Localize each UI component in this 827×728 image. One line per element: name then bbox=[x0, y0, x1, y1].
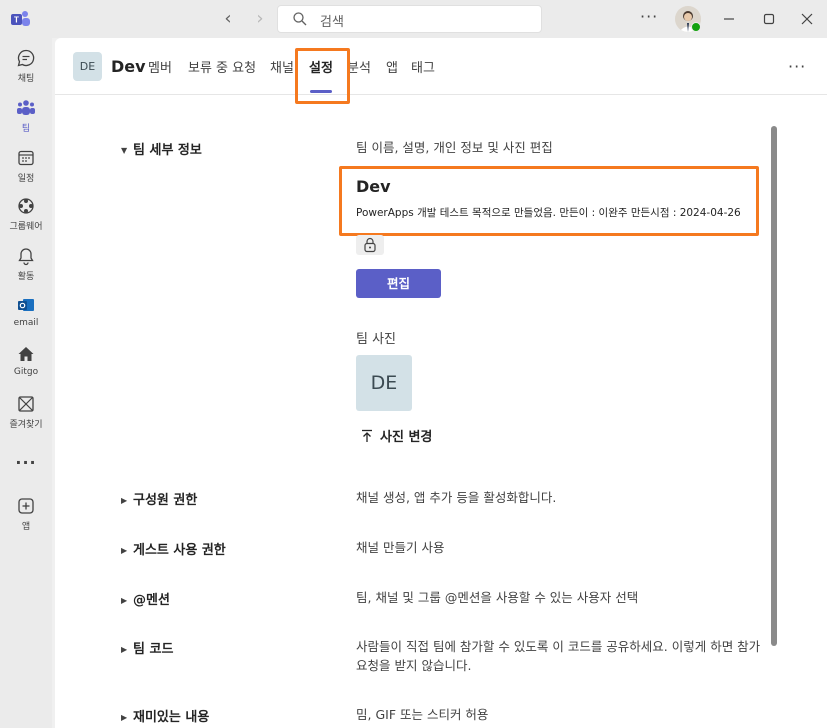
rail-item-more[interactable]: ··· bbox=[0, 450, 52, 474]
rail-item-chat[interactable]: 채팅 bbox=[0, 48, 52, 96]
more-icon: ··· bbox=[15, 453, 37, 472]
section-description: 밈, GIF 또는 스티커 허용 bbox=[356, 707, 489, 722]
team-name: Dev bbox=[111, 57, 146, 76]
rail-item-groupware[interactable]: 그룹웨어 bbox=[0, 196, 52, 244]
rail-item-apps[interactable]: 앱 bbox=[0, 496, 52, 544]
tab-pending-requests[interactable]: 보류 중 요청 bbox=[188, 57, 256, 76]
more-options-icon[interactable]: ··· bbox=[640, 7, 658, 26]
caret-down-icon: ▼ bbox=[121, 146, 128, 155]
rail-label: 채팅 bbox=[17, 74, 35, 84]
section-description: 채널 생성, 앱 추가 등을 활성화합니다. bbox=[356, 490, 557, 505]
back-arrow-icon[interactable]: ‹ bbox=[218, 9, 238, 29]
rail-item-favorites[interactable]: 즐겨찾기 bbox=[0, 394, 52, 442]
close-icon[interactable] bbox=[797, 9, 817, 29]
chat-icon bbox=[17, 49, 35, 67]
tab-analytics[interactable]: 분석 bbox=[347, 57, 371, 76]
calendar-icon bbox=[18, 150, 34, 166]
rail-item-calendar[interactable]: 일정 bbox=[0, 148, 52, 196]
section-member-permissions[interactable]: ▶ 구성원 권한 bbox=[121, 489, 197, 508]
caret-right-icon: ▶ bbox=[121, 596, 128, 605]
caret-right-icon: ▶ bbox=[121, 713, 128, 722]
minimize-icon[interactable] bbox=[719, 9, 739, 29]
tab-apps[interactable]: 앱 bbox=[386, 57, 398, 76]
upload-icon bbox=[362, 429, 372, 442]
rail-label: 활동 bbox=[17, 272, 35, 282]
caret-right-icon: ▶ bbox=[121, 496, 128, 505]
team-header: DE Dev 멤버 보류 중 요청 채널 설정 분석 앱 태그 ··· bbox=[55, 38, 827, 95]
section-description: 팀 이름, 설명, 개인 정보 및 사진 편집 bbox=[356, 140, 553, 155]
tab-channels[interactable]: 채널 bbox=[270, 57, 294, 76]
tab-tags[interactable]: 태그 bbox=[411, 57, 435, 76]
change-photo-button[interactable]: 사진 변경 bbox=[360, 426, 432, 445]
groupware-icon bbox=[18, 198, 34, 214]
rail-item-email[interactable]: email bbox=[0, 295, 52, 343]
section-title: 게스트 사용 권한 bbox=[133, 543, 226, 558]
caret-right-icon: ▶ bbox=[121, 546, 128, 555]
favorites-icon bbox=[18, 396, 34, 412]
tab-members[interactable]: 멤버 bbox=[148, 57, 172, 76]
section-description: 팀, 채널 및 그룹 @멘션을 사용할 수 있는 사용자 선택 bbox=[356, 590, 639, 605]
team-avatar[interactable]: DE bbox=[73, 52, 102, 81]
highlight-box-team-info bbox=[339, 166, 759, 236]
search-placeholder: 검색 bbox=[320, 15, 344, 30]
rail-item-activity[interactable]: 활동 bbox=[0, 246, 52, 294]
edit-button[interactable]: 편집 bbox=[356, 269, 441, 298]
rail-label: 즐겨찾기 bbox=[9, 420, 43, 430]
rail-item-teams[interactable]: 팀 bbox=[0, 98, 52, 146]
rail-label: 일정 bbox=[17, 174, 35, 184]
team-photo-label: 팀 사진 bbox=[356, 332, 397, 347]
section-title: @멘션 bbox=[133, 593, 170, 608]
section-title: 팀 코드 bbox=[133, 642, 174, 657]
highlight-box-settings-tab bbox=[295, 48, 350, 104]
search-input[interactable]: 검색 bbox=[277, 5, 542, 33]
privacy-badge bbox=[356, 235, 384, 255]
rail-label: 그룹웨어 bbox=[9, 222, 43, 232]
section-guest-permissions[interactable]: ▶ 게스트 사용 권한 bbox=[121, 539, 226, 558]
bell-icon bbox=[18, 248, 34, 266]
section-description: 채널 만들기 사용 bbox=[356, 540, 445, 555]
section-title: 재미있는 내용 bbox=[133, 710, 210, 725]
teams-icon bbox=[17, 100, 35, 115]
rail-label: Gitgo bbox=[13, 367, 39, 377]
section-description: 사람들이 직접 팀에 참가할 수 있도록 이 코드를 공유하세요. 이렇게 하면… bbox=[356, 639, 761, 673]
title-bar: T ‹ › 검색 ··· bbox=[0, 0, 827, 38]
rail-label: email bbox=[13, 318, 39, 328]
home-icon bbox=[18, 347, 34, 361]
maximize-icon[interactable] bbox=[759, 9, 779, 29]
forward-arrow-icon[interactable]: › bbox=[250, 9, 270, 29]
rail-label: 팀 bbox=[21, 124, 31, 134]
section-title: 팀 세부 정보 bbox=[133, 143, 202, 158]
caret-right-icon: ▶ bbox=[121, 645, 128, 654]
presence-available-icon bbox=[691, 22, 701, 32]
section-title: 구성원 권한 bbox=[133, 493, 198, 508]
app-rail: 채팅 팀 일정 그룹웨어 활동 email Gitgo 즐겨찾기 ··· 앱 bbox=[0, 38, 52, 728]
add-app-icon bbox=[18, 498, 34, 514]
rail-label: 앱 bbox=[21, 522, 31, 532]
section-fun-stuff[interactable]: ▶ 재미있는 내용 bbox=[121, 706, 209, 725]
lock-icon bbox=[364, 237, 376, 253]
search-icon bbox=[293, 12, 307, 26]
team-photo-preview: DE bbox=[356, 355, 412, 411]
change-photo-label: 사진 변경 bbox=[380, 430, 433, 445]
section-mentions[interactable]: ▶ @멘션 bbox=[121, 589, 170, 608]
outlook-icon bbox=[18, 299, 34, 311]
main-pane: DE Dev 멤버 보류 중 요청 채널 설정 분석 앱 태그 ··· ▼ 팀 세… bbox=[55, 38, 827, 728]
svg-text:T: T bbox=[14, 16, 19, 25]
teams-logo-icon[interactable]: T bbox=[11, 10, 31, 28]
section-team-details[interactable]: ▼ 팀 세부 정보 bbox=[121, 139, 202, 158]
section-team-code[interactable]: ▶ 팀 코드 bbox=[121, 638, 173, 657]
more-options-icon[interactable]: ··· bbox=[788, 57, 806, 76]
rail-item-gitgo[interactable]: Gitgo bbox=[0, 344, 52, 392]
vertical-scrollbar[interactable] bbox=[771, 126, 777, 646]
